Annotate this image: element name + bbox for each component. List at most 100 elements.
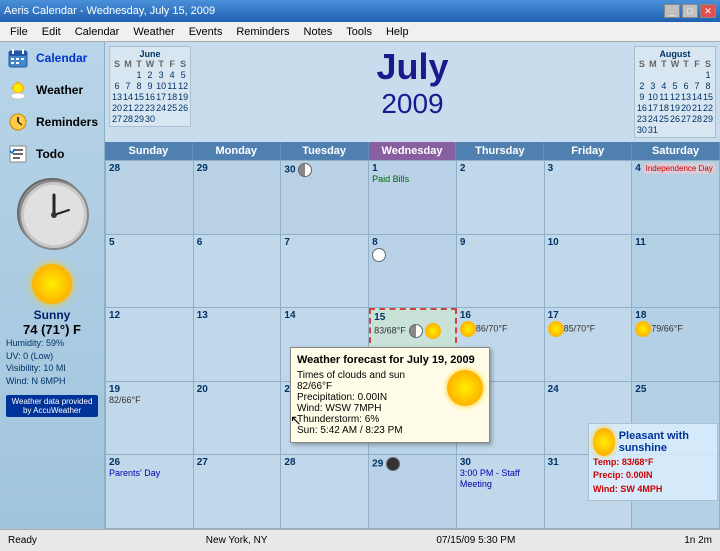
sun-icon-18 (635, 321, 651, 337)
maximize-button[interactable]: □ (682, 4, 698, 18)
cell-jul1[interactable]: 1Paid Bills (369, 161, 457, 235)
moon-full-icon (372, 248, 386, 262)
title-text: Aeris Calendar - Wednesday, July 15, 200… (4, 5, 215, 17)
accuweather-badge: Weather data provided by AccuWeather (6, 395, 98, 417)
mini-june-grid: SMTWTFS 12345 6789101112 13141516171819 … (112, 59, 188, 124)
moon-half-icon (298, 163, 312, 177)
menubar: File Edit Calendar Weather Events Remind… (0, 22, 720, 42)
cell-jul4[interactable]: 4 Independence Day (632, 161, 720, 235)
calendar-header: June SMTWTFS 12345 6789101112 1314151617… (105, 42, 720, 142)
sidebar-reminders-label: Reminders (36, 115, 98, 129)
event-parents-day: Parents' Day (109, 468, 160, 478)
pleasant-title: Pleasant with sunshine (619, 430, 713, 454)
cell-jul20[interactable]: 20 (194, 382, 282, 456)
menu-file[interactable]: File (4, 24, 34, 40)
event-paid-bills: Paid Bills (372, 174, 409, 184)
cell-jul27[interactable]: 27 (194, 455, 282, 529)
weather-jul17: 85/70°F (564, 324, 596, 334)
pleasant-wind: Wind: SW 4MPH (593, 483, 713, 497)
menu-tools[interactable]: Tools (340, 24, 378, 40)
weather-humidity: Humidity: 59% (6, 337, 98, 350)
sidebar-item-weather[interactable]: Weather (0, 74, 104, 106)
weather-uv: UV: 0 (Low) (6, 350, 98, 363)
cell-jul6[interactable]: 6 (194, 235, 282, 309)
weather-jul19: 82/66°F (109, 395, 141, 405)
day-header-saturday: Saturday (632, 142, 720, 160)
sidebar-item-reminders[interactable]: Reminders (0, 106, 104, 138)
main-area: Calendar Weather (0, 42, 720, 529)
weather-jul18: 79/66°F (651, 324, 683, 334)
day-header-tuesday: Tuesday (281, 142, 369, 160)
cursor-indicator: ↖ (290, 412, 302, 429)
reminders-icon (6, 110, 30, 134)
event-staff-meeting: 3:00 PM - Staff Meeting (460, 468, 520, 489)
menu-help[interactable]: Help (380, 24, 415, 40)
month-title: July 2009 (195, 46, 630, 120)
cell-jun30[interactable]: 30 (281, 161, 369, 235)
menu-events[interactable]: Events (183, 24, 229, 40)
minimize-button[interactable]: _ (664, 4, 680, 18)
cell-jul17[interactable]: 1785/70°F (545, 308, 633, 382)
cell-jul3[interactable]: 3 (545, 161, 633, 235)
pleasant-weather-box: Pleasant with sunshine Temp: 83/68°F Pre… (588, 423, 718, 502)
cell-jul9[interactable]: 9 (457, 235, 545, 309)
cell-jun29[interactable]: 29 (194, 161, 282, 235)
pleasant-sun-icon (593, 428, 615, 456)
weather-forecast-popup: Weather forecast for July 19, 2009 Times… (290, 347, 490, 443)
cell-jun28[interactable]: 28 (106, 161, 194, 235)
mini-june-title: June (112, 49, 188, 59)
cell-jul12[interactable]: 12 (106, 308, 194, 382)
weather-details: Humidity: 59% UV: 0 (Low) Visibility: 10… (6, 337, 98, 387)
mini-calendar-june: June SMTWTFS 12345 6789101112 1314151617… (109, 46, 191, 127)
sidebar-item-calendar[interactable]: Calendar (0, 42, 104, 74)
cell-jul2[interactable]: 2 (457, 161, 545, 235)
sidebar-item-todo[interactable]: Todo (0, 138, 104, 170)
cell-jul18[interactable]: 1879/66°F (632, 308, 720, 382)
statusbar: Ready New York, NY 07/15/09 5:30 PM 1n 2… (0, 529, 720, 551)
cell-jul7[interactable]: 7 (281, 235, 369, 309)
cell-jul5[interactable]: 5 (106, 235, 194, 309)
weather-wind: Wind: N 6MPH (6, 375, 98, 388)
menu-reminders[interactable]: Reminders (230, 24, 295, 40)
menu-weather[interactable]: Weather (127, 24, 180, 40)
cell-jul13[interactable]: 13 (194, 308, 282, 382)
titlebar: Aeris Calendar - Wednesday, July 15, 200… (0, 0, 720, 22)
cell-jul29[interactable]: 29 (369, 455, 457, 529)
weather-temp: 74 (71°) F (6, 322, 98, 337)
cell-jul8[interactable]: 8 (369, 235, 457, 309)
popup-sun-icon (447, 370, 483, 406)
sun-icon-17 (548, 321, 564, 337)
sun-icon-15 (425, 323, 441, 339)
menu-notes[interactable]: Notes (298, 24, 339, 40)
year: 2009 (195, 88, 630, 120)
weather-jul15: 83/68°F (374, 326, 406, 336)
clock-widget (17, 178, 87, 248)
popup-thunderstorm: Thunderstorm: 6% (297, 414, 483, 425)
sidebar: Calendar Weather (0, 42, 105, 529)
menu-calendar[interactable]: Calendar (69, 24, 126, 40)
weather-visibility: Visibility: 10 MI (6, 362, 98, 375)
statusbar-location: New York, NY (206, 535, 268, 546)
sidebar-todo-label: Todo (36, 147, 64, 161)
pleasant-header: Pleasant with sunshine (593, 428, 713, 456)
cell-jul26[interactable]: 26Parents' Day (106, 455, 194, 529)
cell-jul28[interactable]: 28 (281, 455, 369, 529)
cell-jul30[interactable]: 303:00 PM - Staff Meeting (457, 455, 545, 529)
mini-august-title: August (637, 49, 713, 59)
pleasant-temp: Temp: 83/68°F (593, 456, 713, 470)
day-header-thursday: Thursday (456, 142, 544, 160)
window-controls: _ □ ✕ (664, 4, 716, 18)
pleasant-precip: Precip: 0.00IN (593, 469, 713, 483)
sun-icon-16 (460, 321, 476, 337)
moon-phase-15 (409, 324, 423, 338)
close-button[interactable]: ✕ (700, 4, 716, 18)
cell-jul11[interactable]: 11 (632, 235, 720, 309)
cell-jul19[interactable]: 1982/66°F (106, 382, 194, 456)
statusbar-zoom: 1n 2m (684, 535, 712, 546)
cell-jul10[interactable]: 10 (545, 235, 633, 309)
popup-sun: Sun: 5:42 AM / 8:23 PM (297, 425, 483, 436)
menu-edit[interactable]: Edit (36, 24, 67, 40)
weather-jul16: 86/70°F (476, 324, 508, 334)
sidebar-weather-label: Weather (36, 83, 83, 97)
mini-calendar-august: August SMTWTFS 1 2345678 9101112131415 1… (634, 46, 716, 138)
